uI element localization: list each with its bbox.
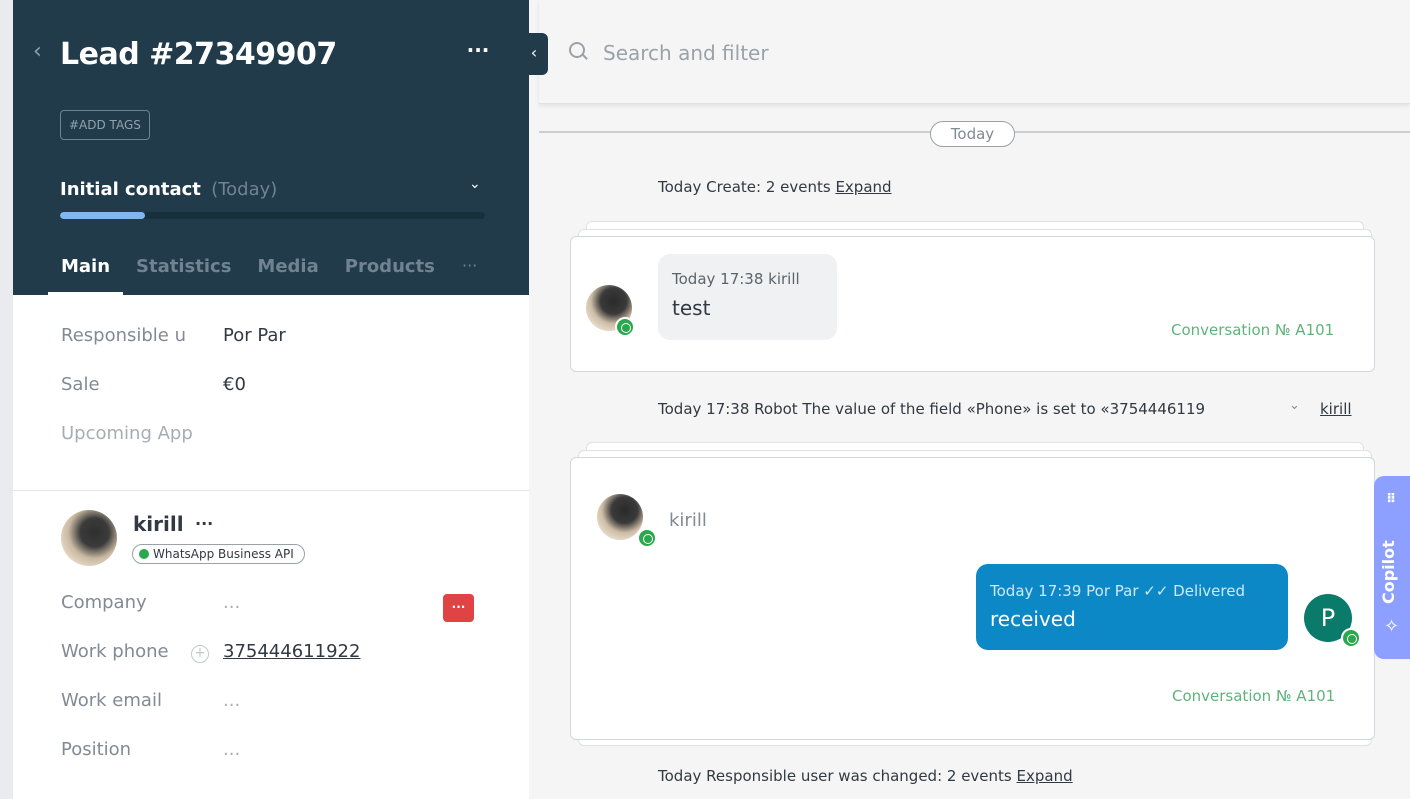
stage-progress-fill — [60, 212, 145, 219]
conversation-link[interactable]: Conversation № A101 — [1172, 687, 1335, 705]
sender-avatar — [597, 494, 643, 540]
stage-chevron-down-icon[interactable]: ⌄ — [469, 176, 483, 196]
contact-more-icon[interactable]: ··· — [195, 514, 213, 533]
whatsapp-icon — [139, 549, 149, 559]
more-actions-icon[interactable]: ··· — [465, 40, 491, 64]
field-label: Upcoming App — [61, 423, 193, 444]
copilot-label: Copilot — [1379, 540, 1398, 604]
outgoing-message-bubble: Today 17:39 Por Par ✓✓ Delivered receive… — [976, 564, 1288, 650]
field-label: Sale — [61, 374, 100, 395]
contact-name[interactable]: kirill — [133, 512, 184, 536]
field-upcoming-appointment[interactable]: Upcoming App — [61, 423, 501, 472]
tab-main[interactable]: Main — [48, 250, 124, 295]
copilot-tab[interactable]: ⠿ Copilot ✧ — [1374, 476, 1410, 659]
event-text: Today Create: 2 events — [658, 178, 831, 196]
message-meta: Today 17:38 kirill — [672, 270, 800, 288]
incoming-message-bubble: Today 17:38 kirill test — [658, 254, 837, 340]
field-value[interactable]: €0 — [223, 374, 246, 395]
robot-event-text: Today 17:38 Robot The value of the field… — [658, 400, 1206, 418]
tab-statistics[interactable]: Statistics — [123, 250, 244, 295]
search-bar — [539, 0, 1410, 104]
stage-date: (Today) — [211, 179, 278, 200]
whatsapp-icon — [615, 317, 635, 337]
conversation-thread-card: kirill Today 17:39 Por Par ✓✓ Delivered … — [570, 457, 1375, 740]
field-label: Position — [61, 739, 132, 760]
field-value[interactable]: ... — [223, 739, 240, 760]
edge-strip — [0, 0, 13, 799]
message-text: received — [990, 607, 1076, 631]
lead-header: ‹ Lead #27349907 ··· #ADD TAGS Initial c… — [13, 0, 529, 295]
add-tags-button[interactable]: #ADD TAGS — [60, 110, 150, 140]
field-label: Responsible u — [61, 325, 187, 346]
tab-media[interactable]: Media — [244, 250, 331, 295]
whatsapp-icon — [637, 528, 657, 548]
phone-value-link[interactable]: 375444611922 — [223, 641, 360, 662]
event-responsible-summary: Today Responsible user was changed: 2 ev… — [658, 767, 1073, 785]
field-responsible-user[interactable]: Responsible u Por Par — [61, 325, 501, 374]
field-work-phone[interactable]: Work phone + 375444611922 — [61, 641, 501, 690]
whatsapp-channel-badge: WhatsApp Business API — [132, 544, 305, 564]
search-input[interactable] — [603, 38, 1303, 68]
contact-card: kirill ··· WhatsApp Business API — [61, 510, 501, 570]
stage-name: Initial contact — [60, 179, 201, 200]
event-text: Today Responsible user was changed: 2 ev… — [658, 767, 1012, 785]
field-position[interactable]: Position ... — [61, 739, 501, 788]
field-label: Work email — [61, 690, 162, 711]
message-meta: Today 17:39 Por Par ✓✓ Delivered — [990, 582, 1245, 600]
date-divider-label: Today — [930, 121, 1015, 147]
add-phone-icon[interactable]: + — [191, 645, 209, 663]
field-label: Company — [61, 592, 147, 613]
drag-handle-icon[interactable]: ⠿ — [1386, 492, 1396, 507]
pipeline-stage[interactable]: Initial contact (Today) — [60, 179, 277, 200]
search-icon — [569, 42, 585, 58]
field-value[interactable]: ... — [223, 592, 240, 613]
stage-progress-bar — [60, 212, 485, 219]
section-divider — [13, 490, 529, 491]
field-value[interactable]: Por Par — [223, 325, 286, 346]
lead-fields: Responsible u Por Par Sale €0 Upcoming A… — [61, 325, 501, 472]
robot-event-user-link[interactable]: kirill — [1320, 400, 1352, 418]
back-chevron-icon[interactable]: ‹ — [33, 40, 49, 64]
sender-name: kirill — [669, 510, 707, 531]
contact-avatar[interactable] — [61, 510, 117, 566]
robot-event-chevron-down-icon[interactable]: ⌄ — [1289, 398, 1301, 414]
tab-products[interactable]: Products — [332, 250, 448, 295]
tabs-more-icon[interactable]: ··· — [462, 256, 477, 275]
field-value[interactable]: ... — [223, 690, 240, 711]
company-action-button[interactable]: ··· — [443, 594, 474, 622]
collapse-panel-chevron-icon[interactable]: ‹ — [520, 33, 548, 75]
contact-fields: Company ... ··· Work phone + 37544461192… — [61, 592, 501, 788]
message-text: test — [672, 296, 711, 320]
expand-link[interactable]: Expand — [835, 178, 891, 196]
field-sale[interactable]: Sale €0 — [61, 374, 501, 423]
conversation-link[interactable]: Conversation № A101 — [1171, 321, 1334, 339]
channel-badge-label: WhatsApp Business API — [153, 547, 294, 561]
lead-panel: ‹ Lead #27349907 ··· #ADD TAGS Initial c… — [13, 0, 529, 799]
field-work-email[interactable]: Work email ... — [61, 690, 501, 739]
sparkle-icon: ✧ — [1384, 616, 1400, 637]
activity-feed: Today Today Create: 2 events Expand Toda… — [539, 0, 1410, 799]
field-company[interactable]: Company ... ··· — [61, 592, 501, 641]
incoming-message-card: Today 17:38 kirill test Conversation № A… — [570, 236, 1375, 372]
lead-tabs: Main Statistics Media Products — [48, 250, 448, 295]
crm-app: ‹ Lead #27349907 ··· #ADD TAGS Initial c… — [0, 0, 1410, 799]
whatsapp-icon — [1341, 628, 1361, 648]
event-create-summary: Today Create: 2 events Expand — [658, 178, 892, 196]
expand-link[interactable]: Expand — [1017, 767, 1073, 785]
lead-title: Lead #27349907 — [60, 37, 337, 72]
field-label: Work phone — [61, 641, 169, 662]
